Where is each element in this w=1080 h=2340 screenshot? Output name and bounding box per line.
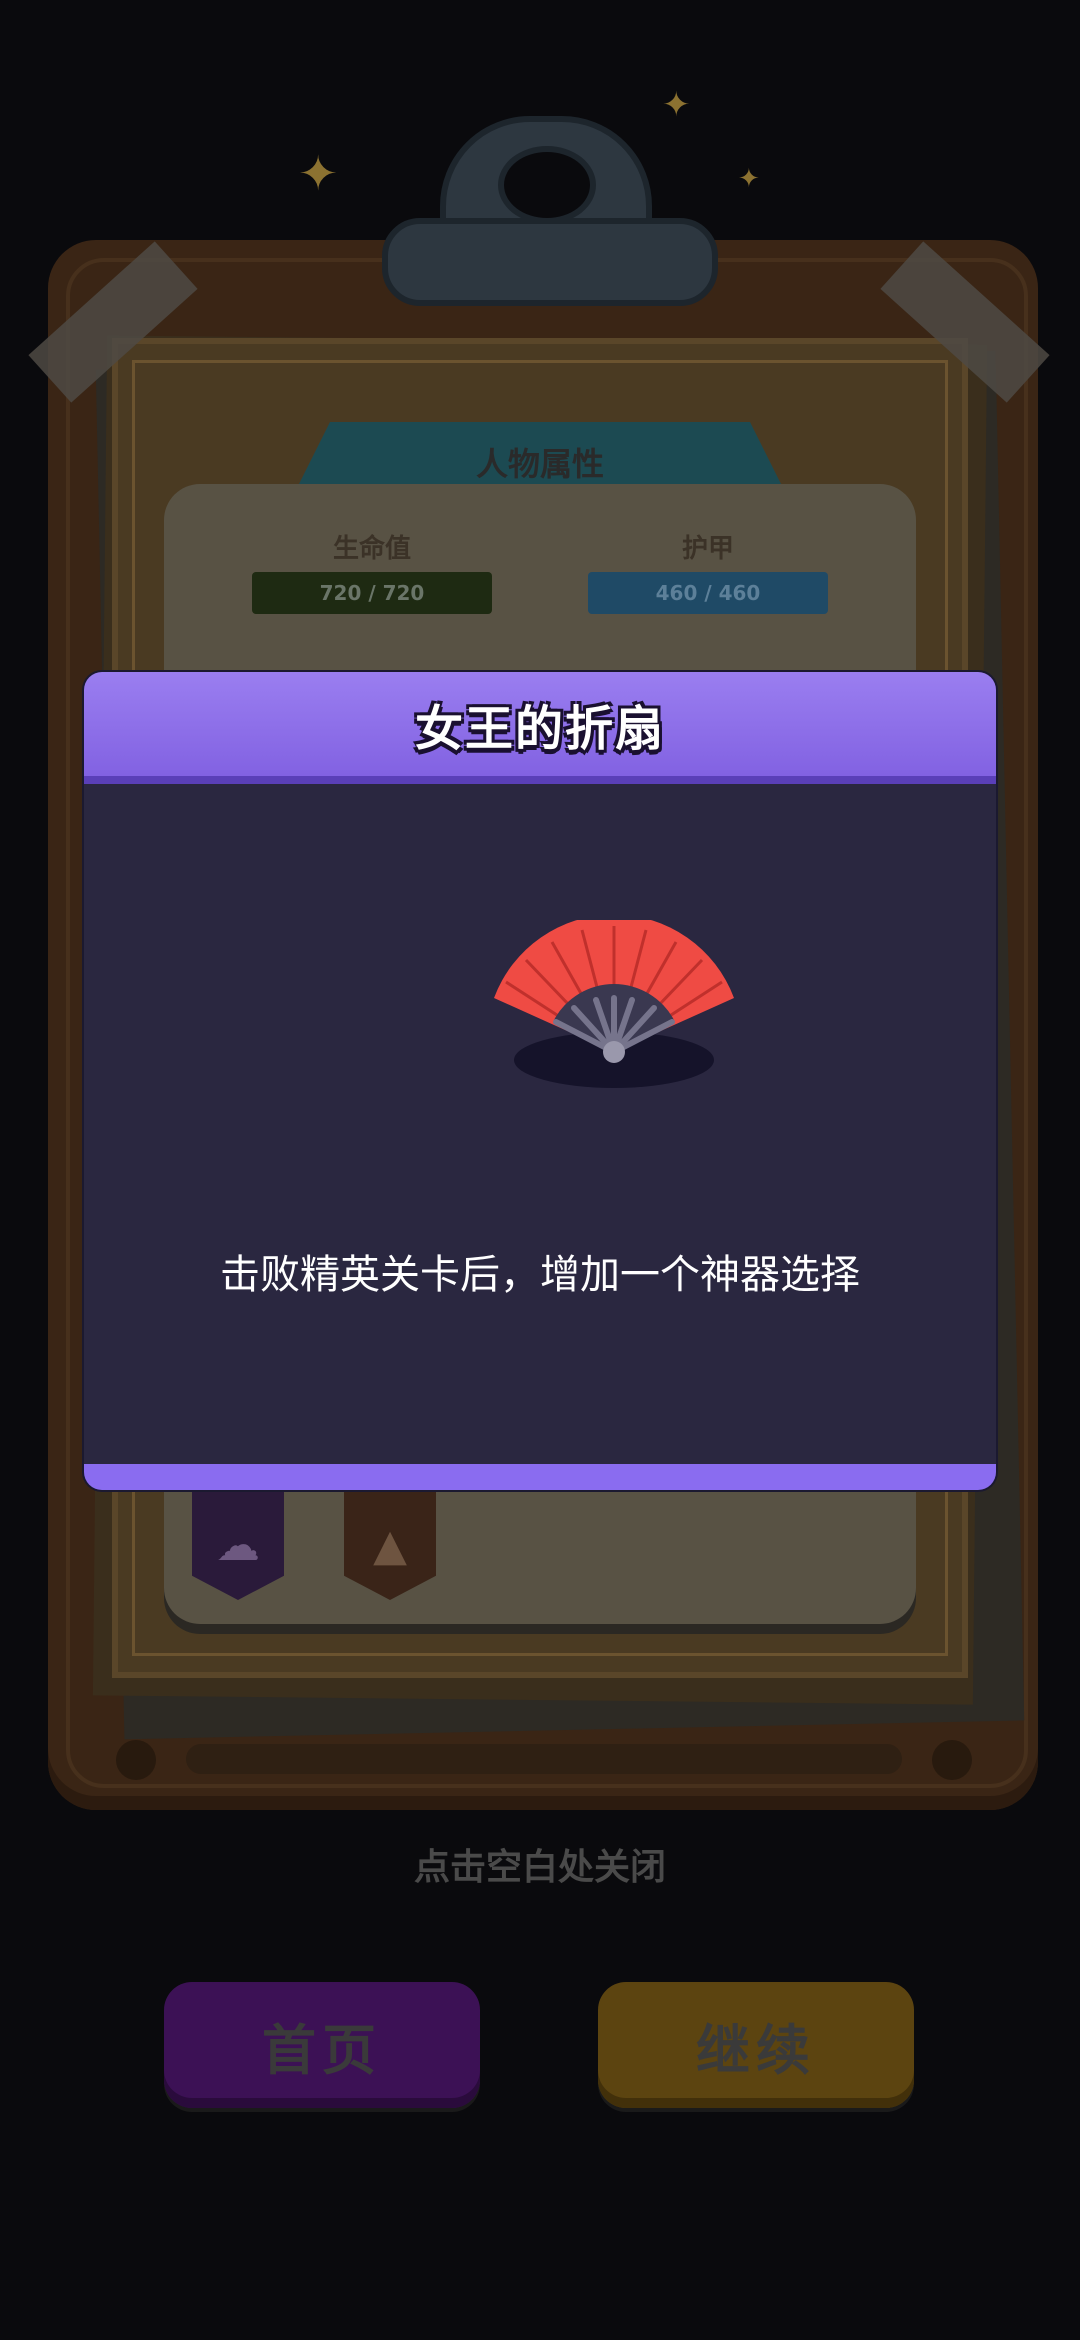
artifact-description: 击败精英关卡后，增加一个神器选择 [220,1252,860,1298]
home-button[interactable]: 首页 [164,1982,480,2108]
clipboard-rivet-right [932,1740,972,1780]
sparkle-icon: ✦ [738,164,760,194]
sparkle-icon: ✦ [662,85,691,125]
popup-footer [84,1464,996,1490]
clip-hole [498,146,596,224]
armor-label: 护甲 [681,534,734,564]
continue-button[interactable]: 继续 [598,1982,914,2108]
clipboard-bottom-strip [186,1744,902,1774]
artifact-popup[interactable]: 女王的折扇 [84,672,996,1490]
armor-bar: 460 / 460 [588,572,828,614]
clip-base [382,218,718,306]
sparkle-icon: ✦ [298,146,339,202]
clipboard-rivet-left [116,1740,156,1780]
popup-title: 女王的折扇 [414,701,665,757]
popup-header: 女王的折扇 [84,672,996,784]
folding-fan-icon [494,920,734,1088]
health-label: 生命值 [332,534,411,564]
close-hint: 点击空白处关闭 [413,1847,666,1888]
health-bar: 720 / 720 [252,572,492,614]
